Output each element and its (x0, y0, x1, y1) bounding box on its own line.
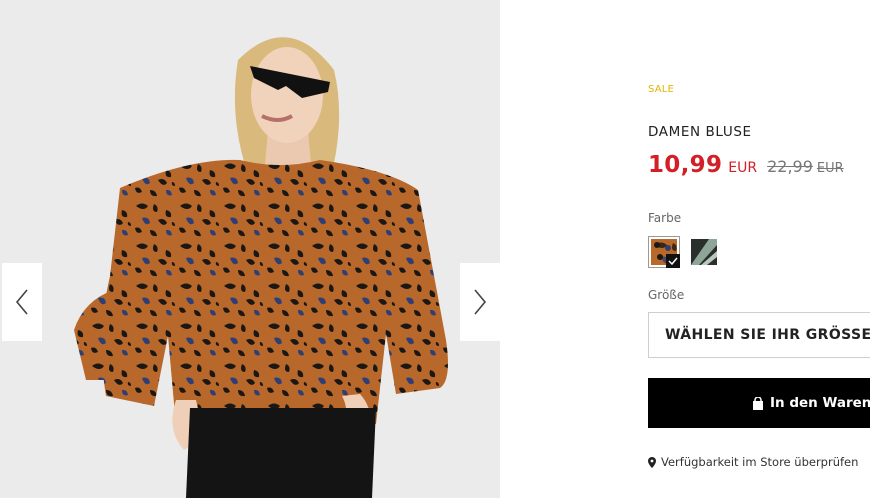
add-to-cart-label: In den Waren (770, 395, 870, 411)
old-price: 22,99 (767, 157, 813, 176)
current-price-currency: EUR (728, 160, 758, 176)
color-swatch-green[interactable] (688, 236, 720, 268)
chevron-left-icon (15, 289, 28, 315)
previous-image-button[interactable] (2, 263, 42, 341)
color-swatches (648, 236, 720, 268)
color-label: Farbe (648, 211, 682, 225)
color-swatch-leopard[interactable] (648, 236, 680, 268)
store-availability-link[interactable]: Verfügbarkeit im Store überprüfen (648, 455, 858, 469)
old-price-currency: EUR (816, 161, 844, 176)
store-availability-label: Verfügbarkeit im Store überprüfen (661, 455, 859, 469)
price-row: 10,99 EUR 22,99 EUR (648, 152, 844, 178)
sale-badge: SALE (648, 84, 675, 95)
product-title: DAMEN BLUSE (648, 124, 752, 140)
green-swatch-image (691, 239, 717, 265)
add-to-cart-button[interactable]: In den Waren (648, 378, 870, 428)
current-price: 10,99 (648, 152, 723, 178)
location-pin-icon (648, 456, 656, 468)
product-image-gallery (0, 0, 500, 498)
chevron-right-icon (474, 289, 487, 315)
size-select[interactable]: WÄHLEN SIE IHR GRÖSSE (648, 312, 870, 358)
check-icon (666, 254, 680, 268)
size-label: Größe (648, 288, 685, 302)
shopping-bag-icon (752, 396, 764, 410)
product-photo (0, 0, 500, 498)
product-info-panel: SALE DAMEN BLUSE 10,99 EUR 22,99 EUR Farbe (648, 0, 870, 498)
next-image-button[interactable] (460, 263, 500, 341)
